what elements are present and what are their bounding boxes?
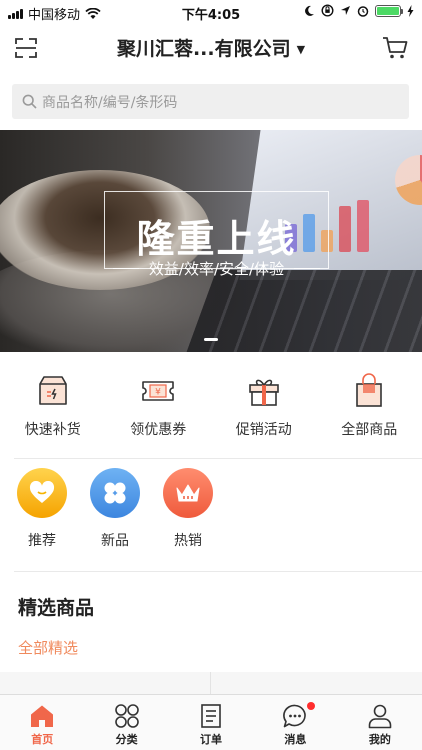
category-recommended[interactable]: 推荐 [12,468,72,550]
search-input[interactable]: 商品名称/编号/条形码 [12,84,409,119]
restock-box-icon [38,376,67,405]
category-circle [163,468,213,518]
quick-entry-row: 快速补货 ¥ 领优惠券 促销活动 全部商品 [0,362,422,448]
category-circle [17,468,67,518]
banner-rule [112,268,139,269]
category-label: 热销 [174,533,202,549]
featured-all-link[interactable]: 全部精选 [18,637,78,658]
caret-down-icon: ▼ [296,43,306,56]
message-bubble-icon [283,704,307,728]
category-row: 推荐 新品 热销 [0,468,422,560]
search-placeholder: 商品名称/编号/条形码 [42,94,178,111]
status-bar: 中国移动 下午4:05 [0,0,422,24]
location-arrow-icon [341,6,350,15]
carousel-indicator[interactable] [204,338,218,341]
tab-home[interactable]: 首页 [0,695,84,750]
quick-entry-label: 领优惠券 [130,422,187,438]
tab-label: 我的 [368,733,391,746]
quick-entry-coupon[interactable]: ¥ 领优惠券 [106,362,212,448]
order-list-icon [201,704,221,728]
tab-messages[interactable]: 消息 [253,695,337,750]
alarm-icon [357,5,369,17]
promo-banner[interactable]: 隆重上线 效益/效率/安全/体验 [0,130,422,352]
shopping-bag-icon [356,373,383,407]
battery-icon [375,4,403,17]
tab-label: 消息 [284,733,307,746]
svg-text:¥: ¥ [155,388,161,398]
banner-subtitle-row: 效益/效率/安全/体验 [104,258,329,279]
app-header: 聚川汇蓉...有限公司 ▼ [0,26,422,72]
tab-label: 分类 [115,733,138,746]
cart-icon [383,37,408,59]
banner-rule [294,268,321,269]
chart-bar [357,200,369,252]
unread-badge [307,702,316,710]
store-selector[interactable]: 聚川汇蓉...有限公司 ▼ [70,34,352,61]
charging-bolt-icon [407,4,414,17]
bottom-tab-bar: 首页 分类 订单 消息 我的 [0,694,422,750]
strip-separator [210,672,211,694]
category-new[interactable]: 新品 [85,468,145,550]
cart-button[interactable] [382,36,408,64]
scan-icon [15,38,37,58]
category-label: 推荐 [28,533,56,549]
category-label: 新品 [101,533,129,549]
section-divider [14,571,422,572]
quick-entry-label: 快速补货 [24,422,81,438]
grid-circles-icon [114,704,139,728]
category-hot[interactable]: 热销 [158,468,218,550]
tab-label: 订单 [200,733,223,746]
quick-entry-restock[interactable]: 快速补货 [0,362,106,448]
quick-entry-label: 全部商品 [341,422,398,438]
category-circle [90,468,140,518]
banner-title: 隆重上线 [136,217,297,261]
tab-category[interactable]: 分类 [84,695,168,750]
keyboard-image [183,270,422,352]
status-right [304,4,414,17]
coupon-ticket-icon: ¥ [142,381,175,401]
banner-subtitle: 效益/效率/安全/体验 [148,260,285,278]
chart-bar [339,206,351,252]
heart-icon [29,481,55,503]
section-divider [14,458,422,459]
quick-entry-promotion[interactable]: 促销活动 [211,362,317,448]
search-icon [22,94,37,109]
quick-entry-label: 促销活动 [235,422,292,438]
page-title: 聚川汇蓉...有限公司 [116,38,291,60]
featured-section-title: 精选商品 [18,597,95,619]
gift-box-icon [248,379,279,406]
content-bottom-strip [0,672,422,694]
tab-profile[interactable]: 我的 [338,695,422,750]
four-leaf-icon [104,482,126,504]
tab-label: 首页 [31,733,54,746]
quick-entry-all-products[interactable]: 全部商品 [317,362,422,448]
profile-icon [368,704,392,729]
scan-button[interactable] [14,36,38,64]
tab-orders[interactable]: 订单 [169,695,253,750]
home-icon [31,705,54,727]
orientation-lock-icon [321,4,334,17]
moon-icon [305,5,314,16]
crown-icon [176,484,200,502]
